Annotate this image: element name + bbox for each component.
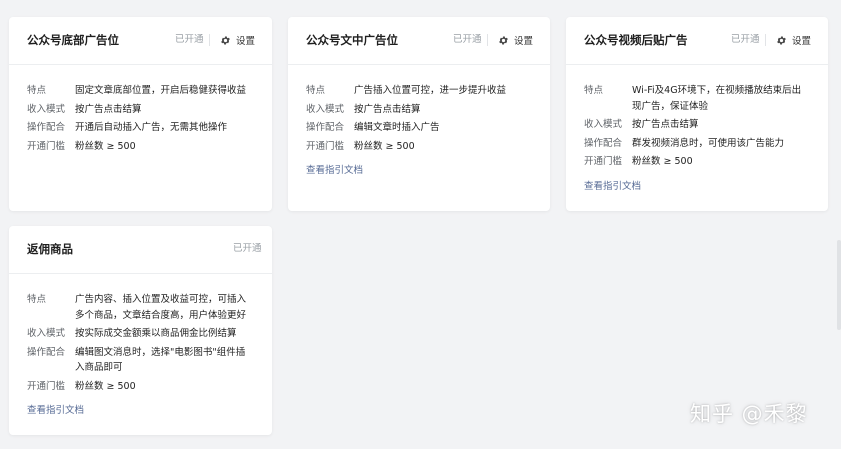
guide-doc-link[interactable]: 查看指引文档 <box>27 404 84 418</box>
row-value: 粉丝数 ≥ 500 <box>632 156 693 167</box>
row-label: 特点 <box>306 85 326 96</box>
status-label: 已开通 <box>233 243 262 254</box>
row-label: 开通门槛 <box>306 140 345 152</box>
gear-icon <box>499 35 508 45</box>
row-label: 收入模式 <box>584 119 623 130</box>
row-value: 群发视频消息时，可使用该广告能力 <box>632 137 785 149</box>
row-value: 按实际成交金额乘以商品佣金比例结算 <box>75 328 237 339</box>
row-label: 开通门槛 <box>27 380 66 392</box>
feature-row: 特点 固定文章底部位置，开启后稳健获得收益 <box>27 83 254 99</box>
status-label: 已开通 <box>175 34 204 45</box>
gear-icon <box>777 35 786 45</box>
card-title: 返佣商品 <box>27 242 73 256</box>
feature-row: 特点 Wi-Fi及4G环境下，在视频播放结束后出现广告，保证体验 <box>584 83 810 114</box>
settings-label: 设置 <box>514 36 534 47</box>
operation-row: 操作配合 群发视频消息时，可使用该广告能力 <box>584 136 810 152</box>
row-label: 操作配合 <box>27 346 66 358</box>
card-title: 公众号视频后贴广告 <box>584 33 688 47</box>
threshold-row: 开通门槛 粉丝数 ≥ 500 <box>306 139 532 155</box>
threshold-row: 开通门槛 粉丝数 ≥ 500 <box>584 154 810 170</box>
feature-row: 特点 广告内容、插入位置及收益可控，可插入多个商品，文章结合度高，用户体验更好 <box>27 292 254 323</box>
card-body: 特点 广告内容、插入位置及收益可控，可插入多个商品，文章结合度高，用户体验更好 收… <box>9 274 272 418</box>
row-value: 按广告点击结算 <box>354 103 421 115</box>
settings-button[interactable]: 设置 <box>776 31 811 49</box>
card-header: 公众号底部广告位 已开通 设置 <box>9 17 272 65</box>
guide-doc-link[interactable]: 查看指引文档 <box>584 180 641 194</box>
row-value: 粉丝数 ≥ 500 <box>75 380 136 392</box>
ad-card-video-post: 公众号视频后贴广告 已开通 设置 特点 Wi-Fi及4G环境下，在视频播放结束后出… <box>566 17 828 211</box>
row-label: 操作配合 <box>584 137 623 149</box>
row-label: 收入模式 <box>306 103 345 115</box>
divider <box>209 34 210 46</box>
operation-row: 操作配合 编辑图文消息时，选择"电影图书"组件插入商品即可 <box>27 345 254 376</box>
card-header: 公众号文中广告位 已开通 设置 <box>288 17 550 65</box>
operation-row: 操作配合 编辑文章时插入广告 <box>306 120 532 136</box>
row-label: 收入模式 <box>27 103 66 115</box>
row-label: 特点 <box>27 294 47 305</box>
card-header: 返佣商品 已开通 <box>9 226 272 274</box>
row-label: 操作配合 <box>27 122 66 133</box>
row-value: 广告内容、插入位置及收益可控，可插入多个商品，文章结合度高，用户体验更好 <box>75 294 247 321</box>
status-label: 已开通 <box>731 34 760 45</box>
card-title: 公众号文中广告位 <box>306 33 398 47</box>
row-value: 固定文章底部位置，开启后稳健获得收益 <box>75 85 247 96</box>
row-value: 广告插入位置可控，进一步提升收益 <box>354 85 507 96</box>
card-body: 特点 广告插入位置可控，进一步提升收益 收入模式 按广告点击结算 操作配合 编辑文章时… <box>288 65 550 178</box>
income-row: 收入模式 按广告点击结算 <box>306 102 532 118</box>
row-label: 操作配合 <box>306 122 345 133</box>
row-value: 编辑文章时插入广告 <box>354 122 440 133</box>
row-value: Wi-Fi及4G环境下，在视频播放结束后出现广告，保证体验 <box>632 85 802 112</box>
card-title: 公众号底部广告位 <box>27 33 119 47</box>
scrollbar[interactable] <box>837 240 841 330</box>
divider <box>487 34 488 46</box>
settings-button[interactable]: 设置 <box>498 31 533 49</box>
settings-label: 设置 <box>236 36 256 47</box>
commission-goods-card: 返佣商品 已开通 特点 广告内容、插入位置及收益可控，可插入多个商品，文章结合度高… <box>9 226 272 435</box>
card-body: 特点 固定文章底部位置，开启后稳健获得收益 收入模式 按广告点击结算 操作配合 开通后… <box>9 65 272 154</box>
row-value: 按广告点击结算 <box>75 103 142 115</box>
guide-doc-link[interactable]: 查看指引文档 <box>306 164 363 178</box>
operation-row: 操作配合 开通后自动插入广告，无需其他操作 <box>27 120 254 136</box>
row-label: 特点 <box>27 85 47 96</box>
row-value: 开通后自动插入广告，无需其他操作 <box>75 122 228 133</box>
threshold-row: 开通门槛 粉丝数 ≥ 500 <box>27 379 254 395</box>
threshold-row: 开通门槛 粉丝数 ≥ 500 <box>27 139 254 155</box>
row-value: 编辑图文消息时，选择"电影图书"组件插入商品即可 <box>75 346 246 374</box>
row-label: 特点 <box>584 85 604 96</box>
income-row: 收入模式 按广告点击结算 <box>584 117 810 133</box>
status-label: 已开通 <box>453 34 482 45</box>
feature-row: 特点 广告插入位置可控，进一步提升收益 <box>306 83 532 99</box>
income-row: 收入模式 按实际成交金额乘以商品佣金比例结算 <box>27 326 254 342</box>
row-label: 开通门槛 <box>27 140 66 152</box>
row-label: 开通门槛 <box>584 156 623 167</box>
income-row: 收入模式 按广告点击结算 <box>27 102 254 118</box>
row-value: 粉丝数 ≥ 500 <box>354 140 415 152</box>
row-value: 按广告点击结算 <box>632 119 699 130</box>
row-value: 粉丝数 ≥ 500 <box>75 140 136 152</box>
row-label: 收入模式 <box>27 328 66 339</box>
gear-icon <box>221 35 230 45</box>
card-header: 公众号视频后贴广告 已开通 设置 <box>566 17 828 65</box>
divider <box>765 34 766 46</box>
settings-label: 设置 <box>792 36 812 47</box>
watermark: 知乎 @禾黎 <box>690 402 808 426</box>
settings-button[interactable]: 设置 <box>220 31 255 49</box>
ad-card-in-article: 公众号文中广告位 已开通 设置 特点 广告插入位置可控，进一步提升收益 收入模式按… <box>288 17 550 211</box>
card-body: 特点 Wi-Fi及4G环境下，在视频播放结束后出现广告，保证体验 收入模式 按广告点… <box>566 65 828 194</box>
ad-card-bottom: 公众号底部广告位 已开通 设置 特点 固定文章底部位置，开启后稳健获得收益 收入模… <box>9 17 272 211</box>
